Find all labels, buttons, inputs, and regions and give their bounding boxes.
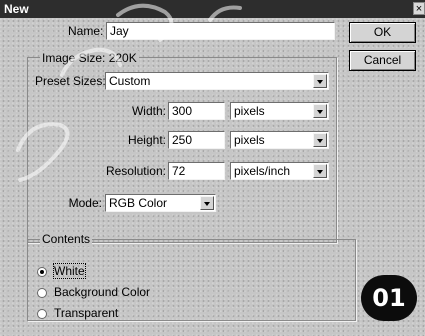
resolution-unit-value: pixels/inch bbox=[234, 164, 291, 178]
white-radio[interactable] bbox=[37, 267, 47, 277]
chevron-down-icon[interactable] bbox=[313, 74, 327, 88]
height-unit-value: pixels bbox=[234, 133, 265, 147]
width-unit-select[interactable]: pixels bbox=[230, 102, 329, 120]
chevron-down-icon[interactable] bbox=[313, 104, 327, 118]
height-unit-select[interactable]: pixels bbox=[230, 131, 329, 149]
white-option-label[interactable]: White bbox=[53, 263, 86, 279]
width-value: 300 bbox=[172, 104, 193, 118]
mode-value: RGB Color bbox=[109, 196, 168, 210]
height-label: Height: bbox=[127, 133, 166, 147]
ok-button[interactable]: OK bbox=[349, 22, 416, 43]
chevron-down-icon[interactable] bbox=[313, 133, 327, 147]
dialog-title: New bbox=[4, 2, 29, 16]
name-field[interactable]: Jay bbox=[106, 22, 335, 40]
chevron-down-icon[interactable] bbox=[200, 196, 214, 210]
background-color-radio[interactable] bbox=[37, 288, 47, 298]
contents-label: Contents bbox=[40, 232, 93, 246]
close-icon[interactable]: × bbox=[413, 2, 425, 15]
height-field[interactable]: 250 bbox=[168, 131, 225, 149]
title-bar: New × bbox=[0, 0, 425, 18]
new-document-dialog: Name: Jay OK Cancel Image Size: 220K Pre… bbox=[0, 18, 425, 336]
name-label: Name: bbox=[68, 24, 104, 38]
step-number-badge: 01 bbox=[361, 275, 417, 321]
width-label: Width: bbox=[131, 104, 166, 118]
transparent-radio[interactable] bbox=[37, 309, 47, 319]
transparent-option-label[interactable]: Transparent bbox=[54, 306, 118, 320]
mode-select[interactable]: RGB Color bbox=[105, 194, 216, 212]
background-color-option-label[interactable]: Background Color bbox=[54, 285, 150, 299]
resolution-value: 72 bbox=[172, 164, 186, 178]
mode-label: Mode: bbox=[68, 196, 102, 210]
resolution-unit-select[interactable]: pixels/inch bbox=[230, 162, 329, 180]
preset-sizes-select[interactable]: Custom bbox=[105, 72, 329, 90]
name-value: Jay bbox=[110, 24, 129, 38]
preset-sizes-label: Preset Sizes: bbox=[35, 74, 106, 88]
width-field[interactable]: 300 bbox=[168, 102, 225, 120]
width-unit-value: pixels bbox=[234, 104, 265, 118]
height-value: 250 bbox=[172, 133, 193, 147]
image-size-label: Image Size: 220K bbox=[40, 51, 139, 65]
resolution-field[interactable]: 72 bbox=[168, 162, 225, 180]
cancel-button[interactable]: Cancel bbox=[349, 50, 416, 71]
chevron-down-icon[interactable] bbox=[313, 164, 327, 178]
preset-sizes-value: Custom bbox=[109, 74, 151, 88]
resolution-label: Resolution: bbox=[105, 164, 166, 178]
